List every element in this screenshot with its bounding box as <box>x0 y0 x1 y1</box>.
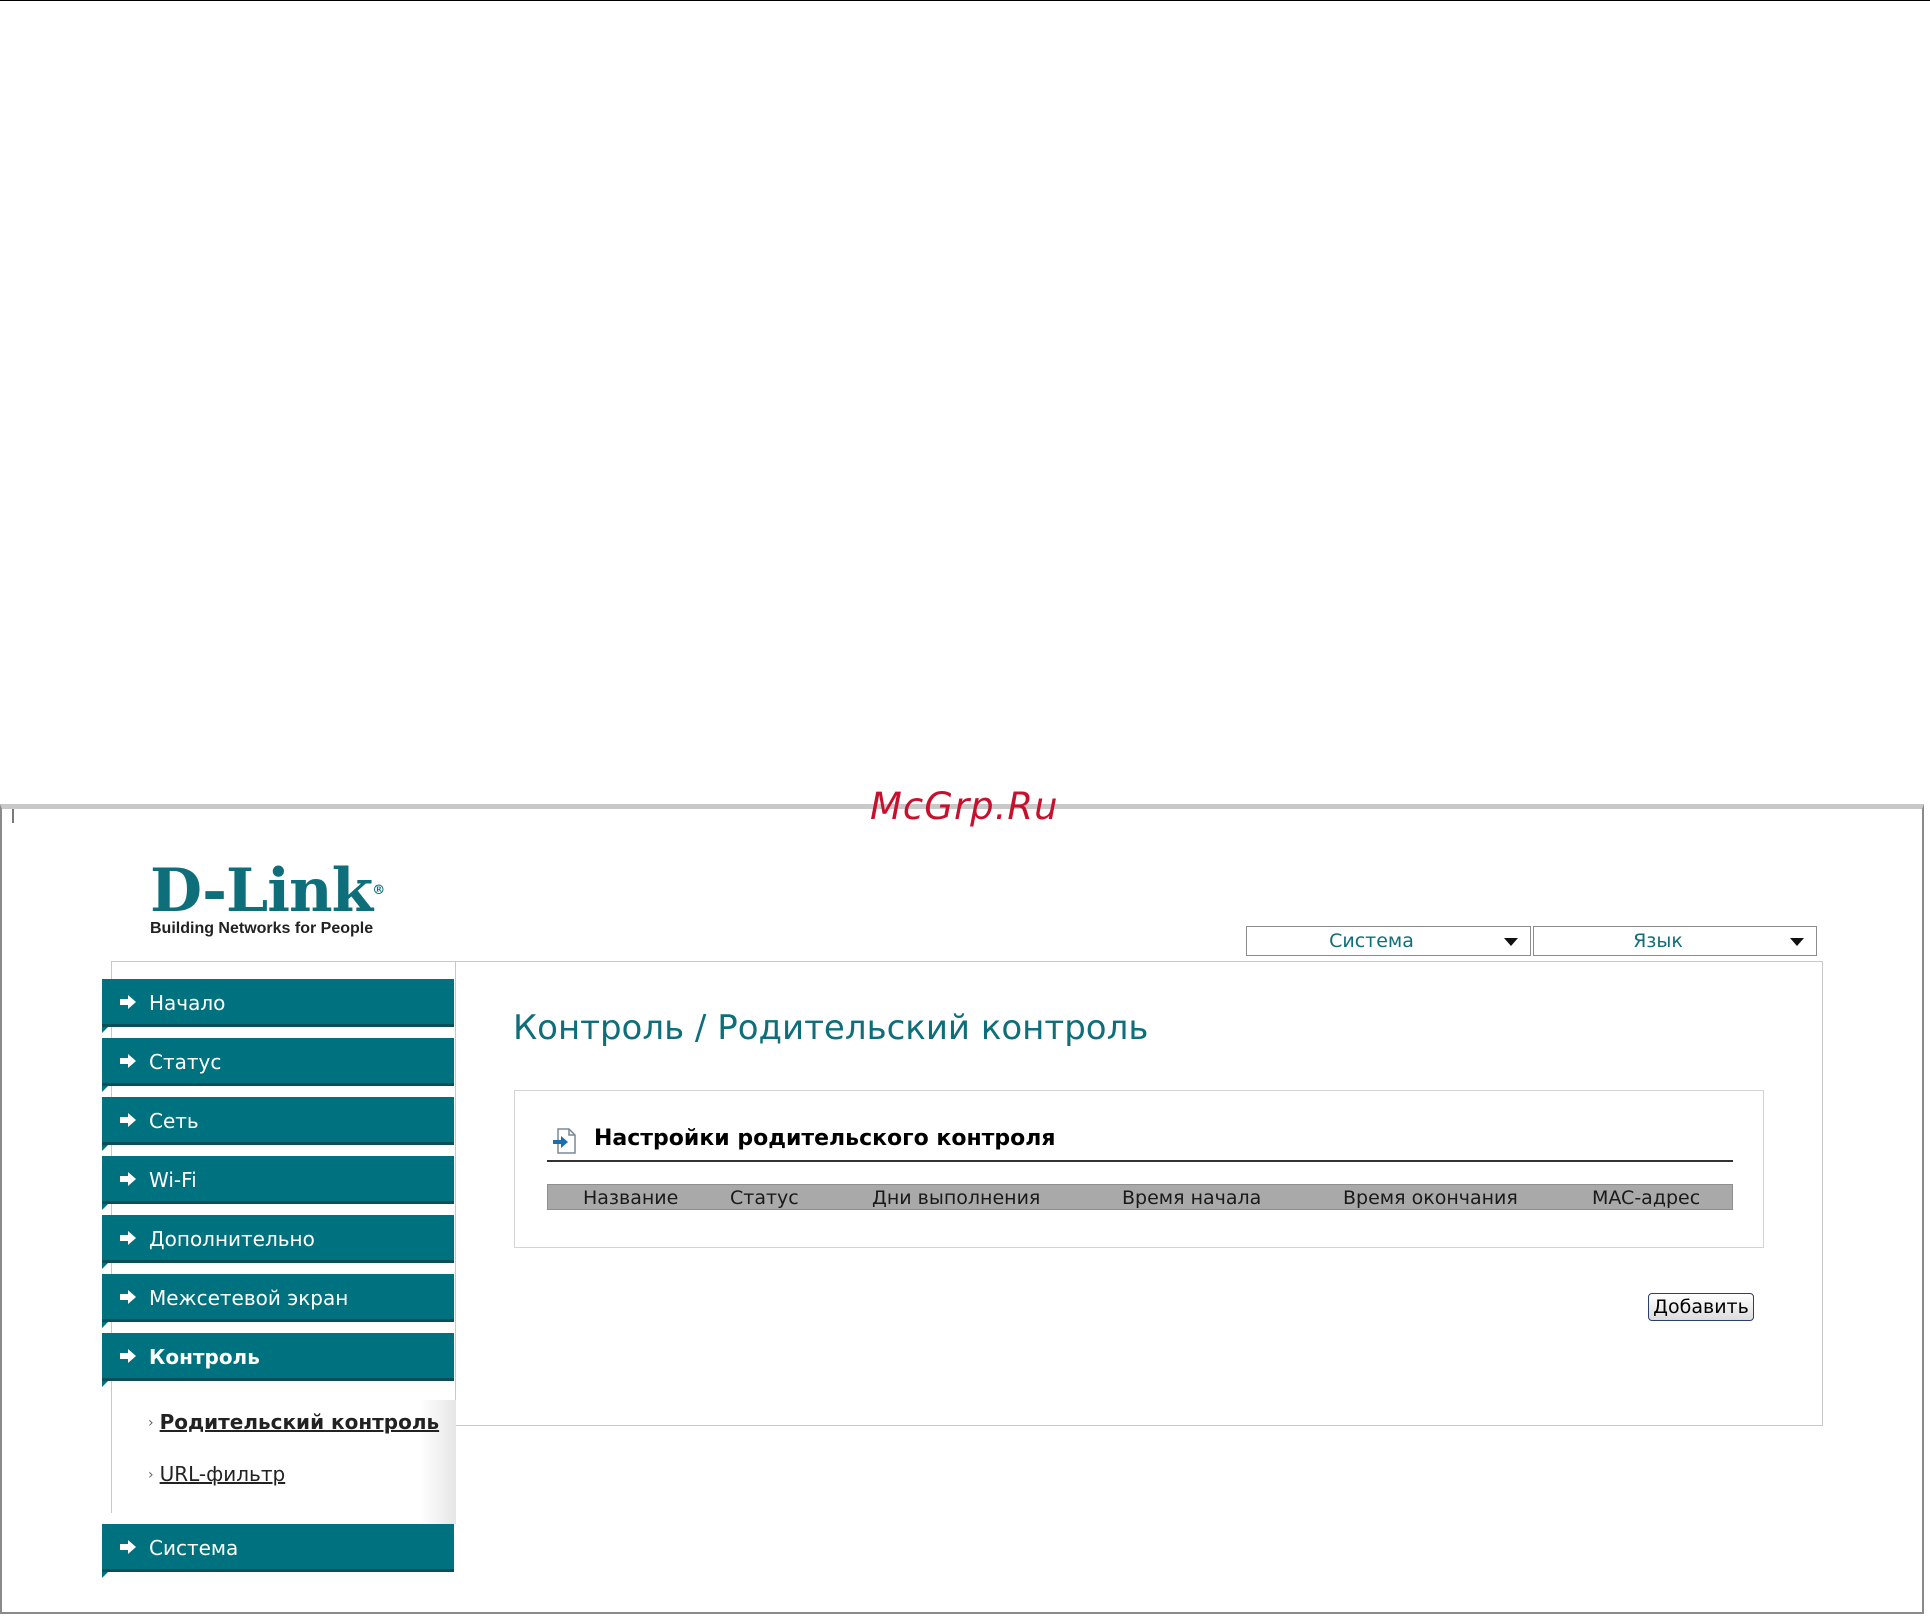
sidebar-item-status[interactable]: Статус <box>102 1038 454 1092</box>
system-dropdown-label: Система <box>1329 930 1414 952</box>
arrow-right-icon <box>120 1231 136 1245</box>
subnav-url-filter[interactable]: › URL-фильтр <box>148 1462 285 1486</box>
arrow-right-icon <box>120 1349 136 1363</box>
column-header-name: Название <box>583 1187 679 1209</box>
arrow-right-icon <box>120 995 136 1009</box>
column-header-start-time: Время начала <box>1122 1187 1262 1209</box>
column-header-status: Статус <box>730 1187 799 1209</box>
sidebar-top-border <box>111 961 455 962</box>
sidebar-item-firewall[interactable]: Межсетевой экран <box>102 1274 454 1328</box>
sidebar-item-label: Контроль <box>149 1345 260 1369</box>
column-header-end-time: Время окончания <box>1343 1187 1518 1209</box>
sidebar-item-label: Межсетевой экран <box>149 1286 349 1310</box>
settings-section <box>514 1090 1764 1248</box>
frame-corner <box>12 809 14 823</box>
sidebar-item-start[interactable]: Начало <box>102 979 454 1033</box>
logo-brand: D-Link <box>150 856 373 926</box>
sidebar-item-label: Статус <box>149 1050 222 1074</box>
arrow-right-icon <box>120 1540 136 1554</box>
arrow-right-icon <box>120 1290 136 1304</box>
arrow-right-icon <box>120 1054 136 1068</box>
subnav-label: Родительский контроль <box>159 1410 440 1434</box>
column-header-days: Дни выполнения <box>872 1187 1041 1209</box>
chevron-down-icon <box>1504 938 1518 946</box>
section-divider <box>547 1160 1733 1162</box>
watermark: McGrp.Ru <box>870 785 1059 828</box>
sidebar-item-advanced[interactable]: Дополнительно <box>102 1215 454 1269</box>
sidebar-item-system[interactable]: Система <box>102 1524 454 1578</box>
chevron-right-icon: › <box>148 1467 154 1483</box>
registered-icon: ® <box>372 883 385 898</box>
logo-tagline: Building Networks for People <box>150 920 374 937</box>
system-dropdown[interactable]: Система <box>1246 926 1531 956</box>
sidebar-item-label: Дополнительно <box>149 1227 315 1251</box>
subnav-parental-control[interactable]: › Родительский контроль <box>148 1410 439 1434</box>
column-header-mac: MAC-адрес <box>1592 1187 1701 1209</box>
add-button[interactable]: Добавить <box>1648 1293 1754 1321</box>
document-arrow-icon <box>553 1128 576 1154</box>
language-dropdown-label: Язык <box>1633 930 1683 952</box>
chevron-right-icon: › <box>148 1415 154 1431</box>
language-dropdown[interactable]: Язык <box>1533 926 1817 956</box>
arrow-right-icon <box>120 1113 136 1127</box>
subnav-label: URL-фильтр <box>159 1462 286 1486</box>
dlink-logo: D-Link® Building Networks for People <box>150 861 385 938</box>
section-title: Настройки родительского контроля <box>594 1126 1056 1151</box>
sidebar-item-network[interactable]: Сеть <box>102 1097 454 1151</box>
sidebar-item-label: Система <box>149 1536 239 1560</box>
sidebar-item-label: Wi-Fi <box>149 1168 197 1192</box>
sidebar-item-label: Начало <box>149 991 226 1015</box>
sidebar-item-wifi[interactable]: Wi-Fi <box>102 1156 454 1210</box>
chevron-down-icon <box>1790 938 1804 946</box>
page-title: Контроль / Родительский контроль <box>513 1008 1149 1048</box>
arrow-right-icon <box>120 1172 136 1186</box>
sidebar-item-control[interactable]: Контроль <box>102 1333 454 1387</box>
sidebar-item-label: Сеть <box>149 1109 199 1133</box>
top-rule <box>0 0 1930 1</box>
table-header: Название Статус Дни выполнения Время нач… <box>547 1184 1733 1210</box>
